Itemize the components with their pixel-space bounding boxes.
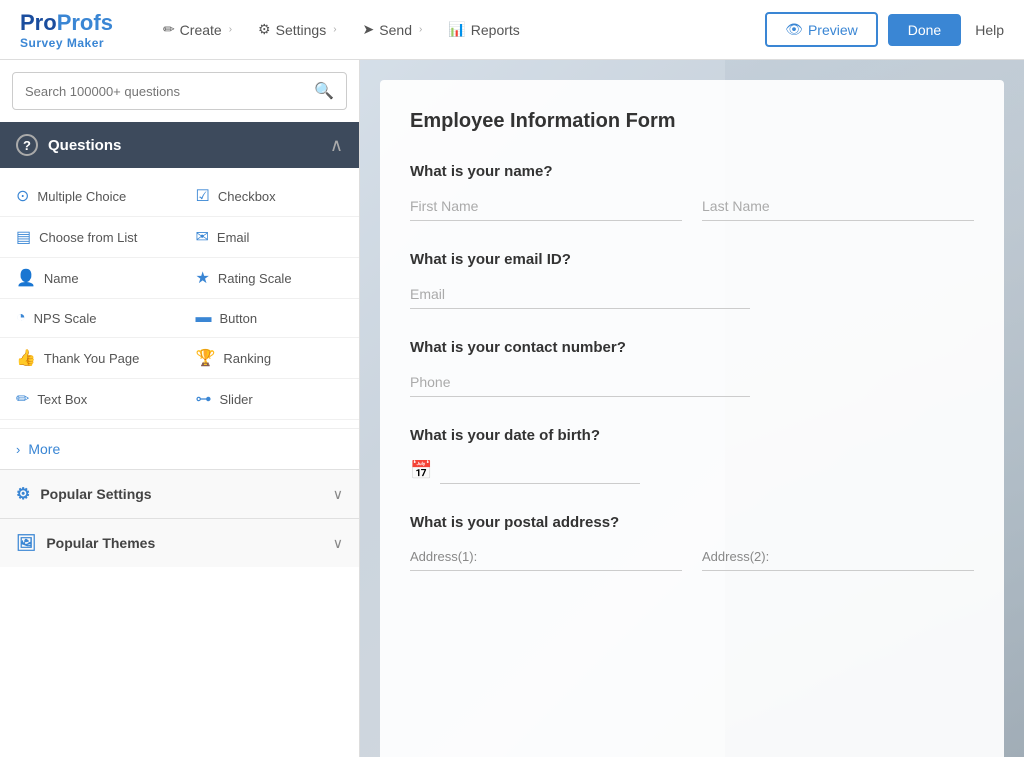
popular-settings-header[interactable]: ⚙ Popular Settings ∨	[0, 470, 359, 518]
qt-checkbox[interactable]: ☑ Checkbox	[180, 176, 360, 217]
question-label-name: What is your name?	[410, 163, 974, 180]
address1-field[interactable]: Address(1):	[410, 543, 682, 571]
qt-multiple-choice[interactable]: ⊙ Multiple Choice	[0, 176, 180, 217]
nav-send[interactable]: ➤ Send ›	[353, 15, 433, 44]
question-name: What is your name? First Name Last Name	[410, 163, 974, 221]
done-button[interactable]: Done	[888, 14, 961, 46]
logo-text: ProProfs	[20, 10, 113, 36]
left-panel: 🔍 ? Questions ∧ ⊙ Multiple Choice ☑ Chec…	[0, 60, 360, 757]
popular-settings-section: ⚙ Popular Settings ∨	[0, 469, 359, 518]
question-label-dob: What is your date of birth?	[410, 427, 974, 444]
search-icon[interactable]: 🔍	[314, 81, 334, 101]
qt-nps-scale[interactable]: ◔ NPS Scale	[0, 299, 180, 338]
slider-icon: ⊶	[196, 389, 212, 409]
popular-themes-header[interactable]: 🖼 Popular Themes ∨	[0, 519, 359, 567]
form-container: Employee Information Form What is your n…	[380, 80, 1004, 757]
last-name-field[interactable]: Last Name	[702, 192, 974, 221]
question-email: What is your email ID? Email	[410, 251, 974, 309]
question-address: What is your postal address? Address(1):…	[410, 514, 974, 571]
top-navigation: ProProfs Survey Maker ✏ Create › ⚙ Setti…	[0, 0, 1024, 60]
pencil-icon: ✏	[163, 21, 175, 38]
textbox-icon: ✏	[16, 389, 29, 409]
nps-icon: ◔	[16, 309, 26, 327]
logo: ProProfs Survey Maker	[20, 10, 113, 50]
question-types-grid: ⊙ Multiple Choice ☑ Checkbox ▤ Choose fr…	[0, 168, 359, 428]
question-phone: What is your contact number? Phone	[410, 339, 974, 397]
ranking-icon: 🏆	[196, 348, 216, 368]
send-icon: ➤	[363, 21, 375, 38]
chevron-send-icon: ›	[419, 24, 422, 35]
qt-email[interactable]: ✉ Email	[180, 217, 360, 258]
qt-slider[interactable]: ⊶ Slider	[180, 379, 360, 420]
qt-rating-scale[interactable]: ★ Rating Scale	[180, 258, 360, 299]
popular-themes-section: 🖼 Popular Themes ∨	[0, 518, 359, 567]
search-input[interactable]	[25, 84, 306, 99]
search-bar: 🔍	[12, 72, 347, 110]
rating-icon: ★	[196, 268, 210, 288]
more-row[interactable]: › More	[0, 428, 359, 469]
themes-chevron-icon: ∨	[333, 535, 343, 552]
phone-field[interactable]: Phone	[410, 368, 750, 397]
name-fields-row: First Name Last Name	[410, 192, 974, 221]
question-label-phone: What is your contact number?	[410, 339, 974, 356]
name-icon: 👤	[16, 268, 36, 288]
chevron-settings-icon: ›	[333, 24, 336, 35]
multiple-choice-icon: ⊙	[16, 186, 29, 206]
nav-reports[interactable]: 📊 Reports	[438, 15, 529, 44]
question-circle-icon: ?	[16, 134, 38, 156]
nav-settings[interactable]: ⚙ Settings ›	[248, 15, 347, 44]
chart-icon: 📊	[448, 21, 465, 38]
nav-create[interactable]: ✏ Create ›	[153, 15, 242, 44]
question-label-email: What is your email ID?	[410, 251, 974, 268]
first-name-field[interactable]: First Name	[410, 192, 682, 221]
questions-toggle-icon[interactable]: ∧	[330, 135, 343, 156]
dob-field-wrap: 📅	[410, 456, 974, 484]
email-icon: ✉	[196, 227, 209, 247]
checkbox-icon: ☑	[196, 186, 210, 206]
thank-you-icon: 👍	[16, 348, 36, 368]
button-icon: ▬	[196, 309, 212, 327]
email-field[interactable]: Email	[410, 280, 750, 309]
question-dob: What is your date of birth? 📅	[410, 427, 974, 484]
logo-subtitle: Survey Maker	[20, 36, 113, 50]
question-label-address: What is your postal address?	[410, 514, 974, 531]
gear-icon: ⚙	[258, 21, 271, 38]
nav-right: 👁 Preview Done Help	[765, 12, 1004, 47]
chevron-create-icon: ›	[229, 24, 232, 35]
address-fields-row: Address(1): Address(2):	[410, 543, 974, 571]
settings-chevron-icon: ∨	[333, 486, 343, 503]
qt-button[interactable]: ▬ Button	[180, 299, 360, 338]
qt-thank-you-page[interactable]: 👍 Thank You Page	[0, 338, 180, 379]
help-link[interactable]: Help	[975, 22, 1004, 38]
qt-name[interactable]: 👤 Name	[0, 258, 180, 299]
choose-list-icon: ▤	[16, 227, 31, 247]
qt-choose-from-list[interactable]: ▤ Choose from List	[0, 217, 180, 258]
more-chevron-icon: ›	[16, 442, 20, 457]
qt-text-box[interactable]: ✏ Text Box	[0, 379, 180, 420]
questions-label: Questions	[48, 137, 121, 154]
calendar-icon[interactable]: 📅	[410, 460, 432, 481]
themes-icon: 🖼	[16, 533, 36, 553]
right-content: Employee Information Form What is your n…	[360, 60, 1024, 757]
questions-section-header[interactable]: ? Questions ∧	[0, 122, 359, 168]
main-layout: 🔍 ? Questions ∧ ⊙ Multiple Choice ☑ Chec…	[0, 60, 1024, 757]
nav-items: ✏ Create › ⚙ Settings › ➤ Send › 📊 Repor…	[153, 15, 765, 44]
qt-ranking[interactable]: 🏆 Ranking	[180, 338, 360, 379]
preview-button[interactable]: 👁 Preview	[765, 12, 878, 47]
eye-icon: 👁	[785, 21, 803, 38]
address2-field[interactable]: Address(2):	[702, 543, 974, 571]
settings-gear-icon: ⚙	[16, 484, 30, 504]
form-title: Employee Information Form	[410, 110, 974, 133]
dob-input[interactable]	[440, 456, 640, 484]
